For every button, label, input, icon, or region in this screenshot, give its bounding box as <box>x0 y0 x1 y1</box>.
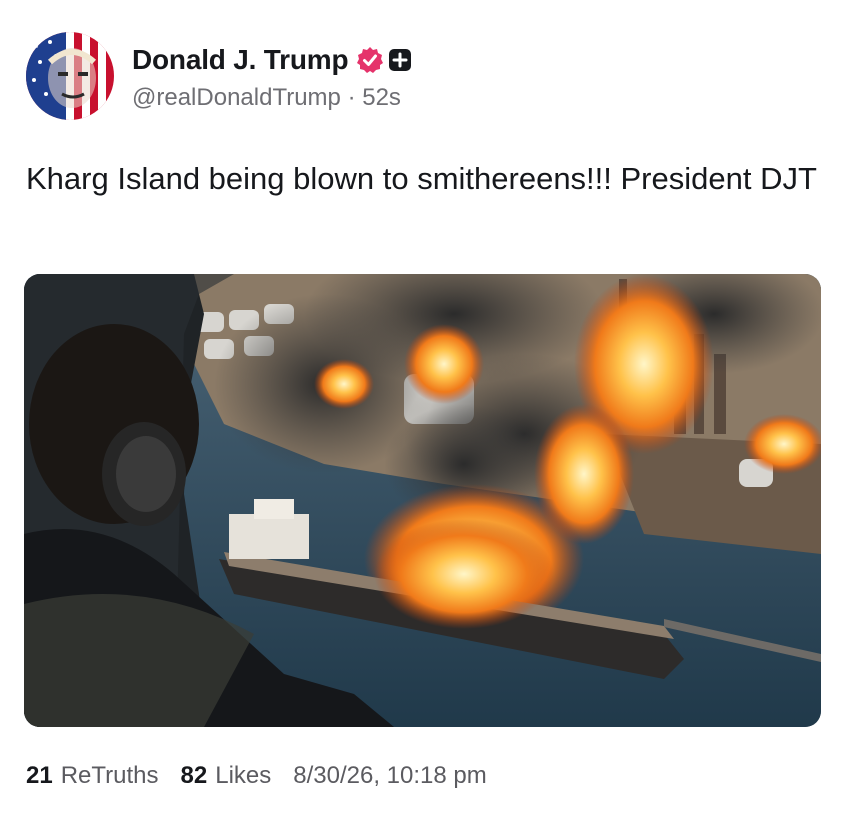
post-time-ago[interactable]: 52s <box>362 84 401 111</box>
likes-count[interactable]: 82 <box>181 762 208 790</box>
post-image[interactable] <box>24 274 821 727</box>
likes-label[interactable]: Likes <box>215 762 271 790</box>
author-name-row: Donald J. Trump <box>132 44 412 76</box>
post-stats: 21 ReTruths 82 Likes 8/30/26, 10:18 pm <box>26 762 487 790</box>
post-text: Kharg Island being blown to smithereens!… <box>26 161 817 196</box>
retruths-count[interactable]: 21 <box>26 762 53 790</box>
plus-square-icon <box>388 48 412 72</box>
post-timestamp: 8/30/26, 10:18 pm <box>293 762 487 789</box>
author-handle[interactable]: @realDonaldTrump <box>132 84 341 111</box>
retruths-label[interactable]: ReTruths <box>61 762 159 790</box>
author-display-name[interactable]: Donald J. Trump <box>132 44 349 76</box>
verified-badge-icon <box>356 46 384 74</box>
time-separator: · <box>347 84 356 111</box>
post-header: Donald J. Trump @realDonaldTrump · 52s <box>26 32 826 124</box>
avatar[interactable] <box>26 32 114 120</box>
author-handle-row: @realDonaldTrump · 52s <box>132 84 401 112</box>
